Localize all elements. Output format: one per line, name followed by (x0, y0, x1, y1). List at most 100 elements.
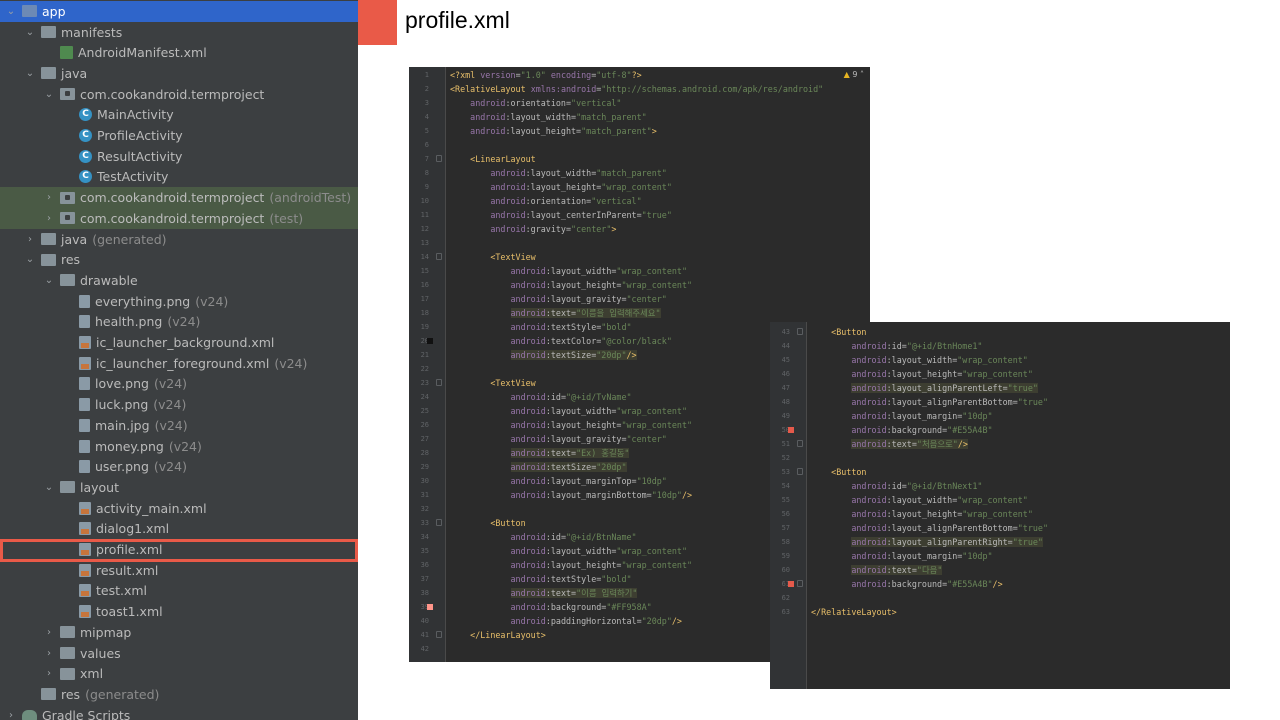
tree-item[interactable]: ›test.xml (0, 581, 358, 602)
tree-item[interactable]: ⌄ com.cookandroid.termproject (0, 84, 358, 105)
tree-item[interactable]: ›health.png(v24) (0, 312, 358, 333)
code-line[interactable]: 58 android:layout_alignParentRight="true… (770, 535, 1230, 549)
tree-item[interactable]: ⌄ layout (0, 477, 358, 498)
chevron-right-icon[interactable]: › (42, 648, 56, 659)
fold-icon[interactable] (436, 631, 442, 638)
fold-icon[interactable] (436, 379, 442, 386)
code-line[interactable]: 57 android:layout_alignParentBottom="tru… (770, 521, 1230, 535)
tree-item[interactable]: ›ic_launcher_foreground.xml(v24) (0, 353, 358, 374)
tree-item[interactable]: ⌄ app (0, 1, 358, 22)
tree-item[interactable]: ›toast1.xml (0, 601, 358, 622)
code-line[interactable]: 45 android:layout_width="wrap_content" (770, 353, 1230, 367)
code-editor-bottom[interactable]: 43 <Button 44 android:id="@+id/BtnHome1" 4… (770, 322, 1230, 689)
code-line[interactable]: 11 android:layout_centerInParent="true" (409, 208, 870, 222)
chevron-down-icon[interactable]: ⌄ (23, 254, 37, 265)
tree-item[interactable]: ›main.jpg(v24) (0, 415, 358, 436)
code-line[interactable]: 2 <RelativeLayout xmlns:android="http://s… (409, 82, 870, 96)
color-swatch-icon[interactable] (427, 604, 433, 610)
code-line[interactable]: 12 android:gravity="center"> (409, 222, 870, 236)
code-line[interactable]: 48 android:layout_alignParentBottom="tru… (770, 395, 1230, 409)
chevron-right-icon[interactable]: › (42, 213, 56, 224)
tree-item[interactable]: ›CMainActivity (0, 105, 358, 126)
code-line[interactable]: 46 android:layout_height="wrap_content" (770, 367, 1230, 381)
tree-item[interactable]: ›res(generated) (0, 684, 358, 705)
chevron-down-icon[interactable]: ⌄ (42, 89, 56, 100)
tree-item[interactable]: ›everything.png(v24) (0, 291, 358, 312)
tree-item[interactable]: ›dialog1.xml (0, 519, 358, 540)
code-line[interactable]: 43 <Button (770, 325, 1230, 339)
color-swatch-icon[interactable] (427, 338, 433, 344)
chevron-right-icon[interactable]: › (23, 234, 37, 245)
code-line[interactable]: 50 android:background="#E55A4B" (770, 423, 1230, 437)
tree-item[interactable]: ›luck.png(v24) (0, 394, 358, 415)
fold-icon[interactable] (436, 253, 442, 260)
chevron-right-icon[interactable]: › (42, 668, 56, 679)
code-line[interactable]: 15 android:layout_width="wrap_content" (409, 264, 870, 278)
code-line[interactable]: 5 android:layout_height="match_parent"> (409, 124, 870, 138)
chevron-down-icon[interactable]: ⌄ (42, 275, 56, 286)
tree-item[interactable]: › com.cookandroid.termproject (androidTest… (0, 187, 358, 208)
chevron-down-icon[interactable]: ⌄ (23, 68, 37, 79)
code-line[interactable]: 17 android:layout_gravity="center" (409, 292, 870, 306)
code-line[interactable]: 1 <?xml version="1.0" encoding="utf-8"?> (409, 68, 870, 82)
code-line[interactable]: 51 android:text="처음으로"/> (770, 437, 1230, 451)
code-line[interactable]: 49 android:layout_margin="10dp" (770, 409, 1230, 423)
fold-icon[interactable] (797, 580, 803, 587)
tree-item[interactable]: ›CProfileActivity (0, 125, 358, 146)
fold-icon[interactable] (436, 155, 442, 162)
tree-item[interactable]: ›AndroidManifest.xml (0, 42, 358, 63)
tree-item[interactable]: ›ic_launcher_background.xml (0, 332, 358, 353)
code-line[interactable]: 4 android:layout_width="match_parent" (409, 110, 870, 124)
tree-item[interactable]: › mipmap (0, 622, 358, 643)
code-line[interactable]: 56 android:layout_height="wrap_content" (770, 507, 1230, 521)
tree-item[interactable]: ›result.xml (0, 560, 358, 581)
chevron-down-icon[interactable]: ⌄ (4, 6, 18, 17)
tree-item[interactable]: ›user.png(v24) (0, 456, 358, 477)
code-line[interactable]: 54 android:id="@+id/BtnNext1" (770, 479, 1230, 493)
code-line[interactable]: 59 android:layout_margin="10dp" (770, 549, 1230, 563)
code-line[interactable]: 60 android:text="다음" (770, 563, 1230, 577)
fold-icon[interactable] (436, 519, 442, 526)
tree-item[interactable]: ⌄ drawable (0, 270, 358, 291)
code-line[interactable]: 13 (409, 236, 870, 250)
tree-item[interactable]: ›money.png(v24) (0, 436, 358, 457)
tree-item[interactable]: ›CTestActivity (0, 167, 358, 188)
code-line[interactable]: 7 <LinearLayout (409, 152, 870, 166)
tree-item[interactable]: ›CResultActivity (0, 146, 358, 167)
chevron-right-icon[interactable]: › (4, 710, 18, 720)
tree-item[interactable]: ⌄ java (0, 63, 358, 84)
code-line[interactable]: 14 <TextView (409, 250, 870, 264)
chevron-right-icon[interactable]: › (42, 192, 56, 203)
code-line[interactable]: 55 android:layout_width="wrap_content" (770, 493, 1230, 507)
fold-icon[interactable] (797, 328, 803, 335)
code-line[interactable]: 10 android:orientation="vertical" (409, 194, 870, 208)
tree-item[interactable]: ⌄ manifests (0, 22, 358, 43)
code-line[interactable]: 47 android:layout_alignParentLeft="true" (770, 381, 1230, 395)
code-line[interactable]: 52 (770, 451, 1230, 465)
tree-item[interactable]: ›activity_main.xml (0, 498, 358, 519)
code-line[interactable]: 8 android:layout_width="match_parent" (409, 166, 870, 180)
tree-item[interactable]: › xml (0, 663, 358, 684)
tree-item[interactable]: › Gradle Scripts (0, 705, 358, 720)
code-line[interactable]: 62 (770, 591, 1230, 605)
tree-item[interactable]: › java (generated) (0, 229, 358, 250)
tree-item[interactable]: ⌄ res (0, 249, 358, 270)
chevron-right-icon[interactable]: › (42, 627, 56, 638)
code-line[interactable]: 53 <Button (770, 465, 1230, 479)
chevron-down-icon[interactable]: ⌄ (23, 27, 37, 38)
code-line[interactable]: 18 android:text="이름을 입력해주세요" (409, 306, 870, 320)
color-swatch-icon[interactable] (788, 581, 794, 587)
tree-item[interactable]: ›love.png(v24) (0, 374, 358, 395)
code-line[interactable]: 6 (409, 138, 870, 152)
code-line[interactable]: 44 android:id="@+id/BtnHome1" (770, 339, 1230, 353)
code-line[interactable]: 9 android:layout_height="wrap_content" (409, 180, 870, 194)
code-line[interactable]: 3 android:orientation="vertical" (409, 96, 870, 110)
tree-item[interactable]: › values (0, 643, 358, 664)
code-line[interactable]: 16 android:layout_height="wrap_content" (409, 278, 870, 292)
code-line[interactable]: 63 </RelativeLayout> (770, 605, 1230, 619)
color-swatch-icon[interactable] (788, 427, 794, 433)
chevron-down-icon[interactable]: ⌄ (42, 482, 56, 493)
fold-icon[interactable] (797, 468, 803, 475)
tree-item[interactable]: › com.cookandroid.termproject (test) (0, 208, 358, 229)
code-line[interactable]: 61 android:background="#E55A4B"/> (770, 577, 1230, 591)
